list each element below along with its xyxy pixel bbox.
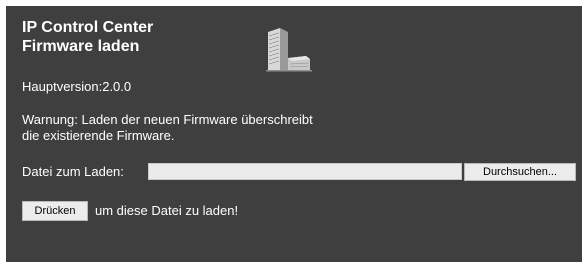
warning-text-line1: Warnung: Laden der neuen Firmware übersc…	[22, 112, 313, 127]
submit-hint-text: um diese Datei zu laden!	[95, 203, 239, 218]
submit-button[interactable]: Drücken	[22, 201, 88, 221]
firmware-version: Hauptversion:2.0.0	[22, 79, 132, 94]
warning-text-line2: die existierende Firmware.	[22, 128, 175, 143]
page-subtitle: Firmware laden	[22, 38, 140, 55]
file-path-input[interactable]	[148, 163, 462, 180]
page-title: IP Control Center	[22, 19, 154, 36]
file-label: Datei zum Laden:	[22, 164, 124, 179]
firmware-panel: IP Control Center Firmware laden Hauptve…	[6, 6, 582, 262]
browse-button[interactable]: Durchsuchen...	[464, 163, 576, 181]
building-icon	[266, 28, 312, 72]
